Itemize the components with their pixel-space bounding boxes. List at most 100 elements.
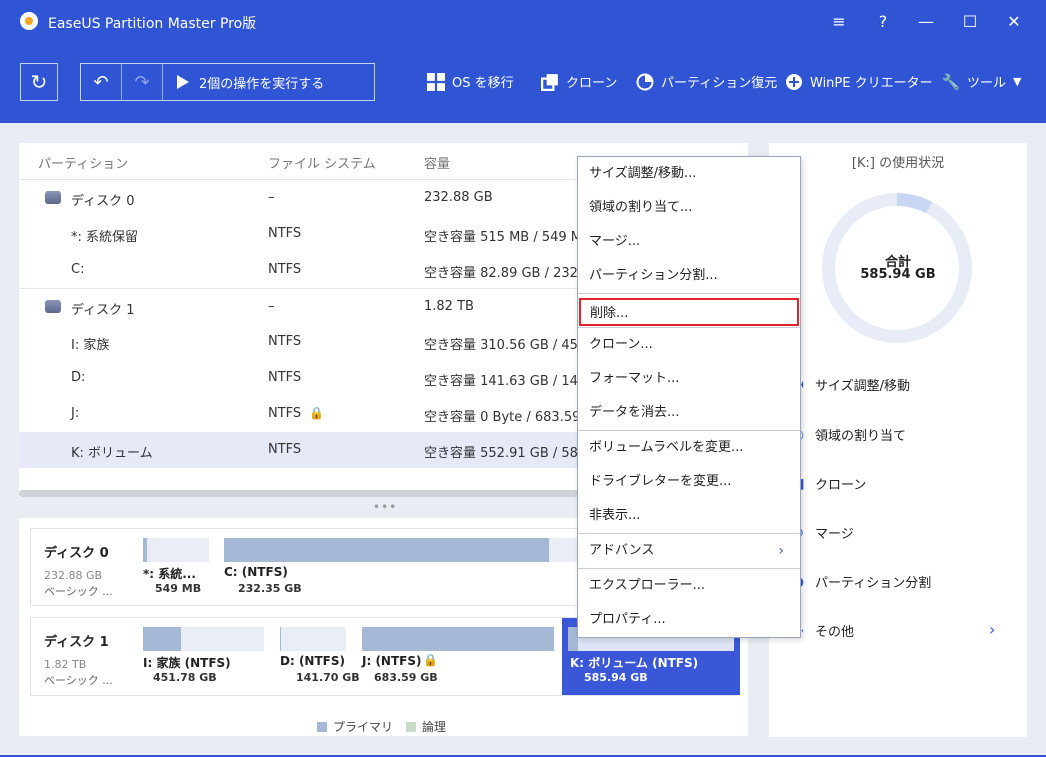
title-bar: EaseUS Partition Master Pro版 ≡ ? — ☐ ✕ [0, 0, 1046, 44]
partition-label: C: (NTFS) [224, 565, 288, 579]
partition-usage-fill [143, 627, 181, 651]
legend-logical: 論理 [406, 718, 446, 735]
header-filesystem[interactable]: ファイル システム [268, 153, 376, 172]
menu-item-split[interactable]: パーティション分割... [578, 259, 800, 293]
partition-usage-fill [224, 538, 550, 562]
close-icon[interactable]: ✕ [1002, 10, 1026, 34]
play-icon [177, 75, 189, 89]
chevron-right-icon[interactable]: › [989, 620, 995, 639]
row-name: ディスク 1 [71, 303, 135, 318]
menu-icon[interactable]: ≡ [827, 10, 851, 34]
menu-item-clone[interactable]: クローン... [578, 328, 800, 362]
legend-label: 論理 [422, 720, 447, 734]
clone-icon [541, 73, 558, 91]
partition-recovery-button[interactable]: パーティション復元 [636, 72, 777, 91]
partition-bar[interactable] [362, 627, 554, 651]
menu-item-hide[interactable]: 非表示... [578, 499, 800, 533]
partition-bar[interactable] [143, 538, 209, 562]
clone-button[interactable]: クローン [541, 72, 617, 91]
row-fs: NTFS [268, 406, 302, 421]
partition-size: 451.78 GB [153, 671, 217, 684]
maximize-icon[interactable]: ☐ [958, 10, 982, 34]
legend-swatch-primary [317, 721, 327, 732]
chevron-down-icon: ▼ [1013, 75, 1022, 88]
menu-item-label: アドバンス [589, 543, 655, 558]
partition-recovery-label: パーティション復元 [661, 76, 778, 91]
op-allocate-space[interactable]: ◐ 領域の割り当て [789, 425, 907, 445]
row-name: C: [71, 262, 85, 277]
op-label: その他 [815, 625, 855, 640]
partition-size: 232.35 GB [238, 582, 302, 595]
app-logo-icon [20, 12, 38, 30]
plus-circle-icon [786, 73, 802, 90]
disk-size: 1.82 TB [44, 658, 87, 671]
row-fs: NTFS [268, 334, 302, 349]
disk-size: 232.88 GB [44, 569, 103, 582]
partition-size: 549 MB [155, 582, 202, 595]
tools-label: ツール [967, 76, 1007, 91]
clone-label: クローン [566, 76, 618, 91]
menu-item-change-label[interactable]: ボリュームラベルを変更... [578, 431, 800, 465]
windows-icon [427, 72, 445, 91]
menu-separator [578, 293, 800, 294]
partition-bar[interactable] [280, 627, 346, 651]
refresh-button[interactable]: ↻ [20, 63, 58, 101]
op-label: サイズ調整/移動 [815, 379, 910, 394]
app-title: EaseUS Partition Master Pro版 [48, 16, 257, 32]
partition-size: 585.94 GB [584, 671, 648, 684]
op-label: パーティション分割 [815, 576, 932, 591]
partition-label: J: (NTFS) [362, 654, 422, 668]
winpe-creator-label: WinPE クリエーター [810, 76, 933, 91]
partition-label: K: ボリューム (NTFS) [570, 656, 699, 670]
op-resize-move[interactable]: ⇥ サイズ調整/移動 [789, 375, 910, 395]
menu-item-resize-move[interactable]: サイズ調整/移動... [578, 157, 800, 191]
menu-item-allocate-space[interactable]: 領域の割り当て... [578, 191, 800, 225]
winpe-creator-button[interactable]: WinPE クリエーター [785, 72, 933, 91]
menu-item-change-drive-letter[interactable]: ドライブレターを変更... [578, 465, 800, 499]
disk-type: ベーシック ... [44, 674, 113, 687]
disk-name: ディスク 1 [44, 635, 109, 650]
execute-operations-button[interactable]: 2個の操作を実行する [163, 64, 324, 100]
operation-group: ↶ ↷ 2個の操作を実行する [80, 63, 375, 101]
usage-panel: [K:] の使用状況 合計 585.94 GB ⇥ サイズ調整/移動 ◐ 領域の… [769, 143, 1027, 737]
partition-usage-fill [362, 627, 554, 651]
op-label: クローン [815, 478, 867, 493]
row-capacity: 空き容量 515 MB / 549 MB [424, 230, 591, 245]
help-icon[interactable]: ? [871, 10, 895, 34]
refresh-icon: ↻ [30, 70, 48, 94]
menu-item-advanced[interactable]: アドバンス › [578, 534, 800, 568]
menu-item-merge[interactable]: マージ... [578, 225, 800, 259]
op-label: マージ [815, 527, 854, 542]
undo-icon: ↶ [93, 71, 109, 93]
splitter-handle[interactable]: ••• [373, 500, 397, 514]
op-split[interactable]: ◑ パーティション分割 [789, 572, 932, 592]
row-fs: – [268, 190, 275, 205]
menu-item-format[interactable]: フォーマット... [578, 362, 800, 396]
header-capacity[interactable]: 容量 [424, 153, 450, 172]
partition-label: *: 系統... [143, 567, 196, 581]
undo-button[interactable]: ↶ [81, 64, 122, 100]
pie-icon [636, 73, 654, 90]
row-fs: NTFS [268, 262, 302, 277]
op-label: 領域の割り当て [815, 429, 907, 444]
menu-item-properties[interactable]: プロパティ... [578, 603, 800, 637]
redo-button[interactable]: ↷ [122, 64, 163, 100]
migrate-os-button[interactable]: OS を移行 [427, 72, 514, 91]
tools-menu-button[interactable]: 🔧 ツール ▼ [942, 72, 1022, 92]
lock-icon: 🔒 [309, 406, 324, 420]
disk-type: ベーシック ... [44, 585, 113, 598]
menu-item-explorer[interactable]: エクスプローラー... [578, 569, 800, 603]
row-capacity: 232.88 GB [424, 190, 493, 205]
minimize-icon[interactable]: — [914, 10, 938, 34]
disk-icon [45, 191, 61, 204]
menu-item-delete[interactable]: 削除... [579, 298, 799, 326]
menu-item-wipe-data[interactable]: データを消去... [578, 396, 800, 430]
partition-label: I: 家族 (NTFS) [143, 656, 231, 670]
header-partition[interactable]: パーティション [38, 153, 128, 172]
row-fs: – [268, 299, 275, 314]
legend-label: プライマリ [333, 720, 394, 734]
partition-label: D: (NTFS) [280, 654, 345, 668]
partition-bar[interactable] [143, 627, 264, 651]
partition-usage-fill [143, 538, 147, 562]
partition-size: 141.70 GB [296, 671, 360, 684]
